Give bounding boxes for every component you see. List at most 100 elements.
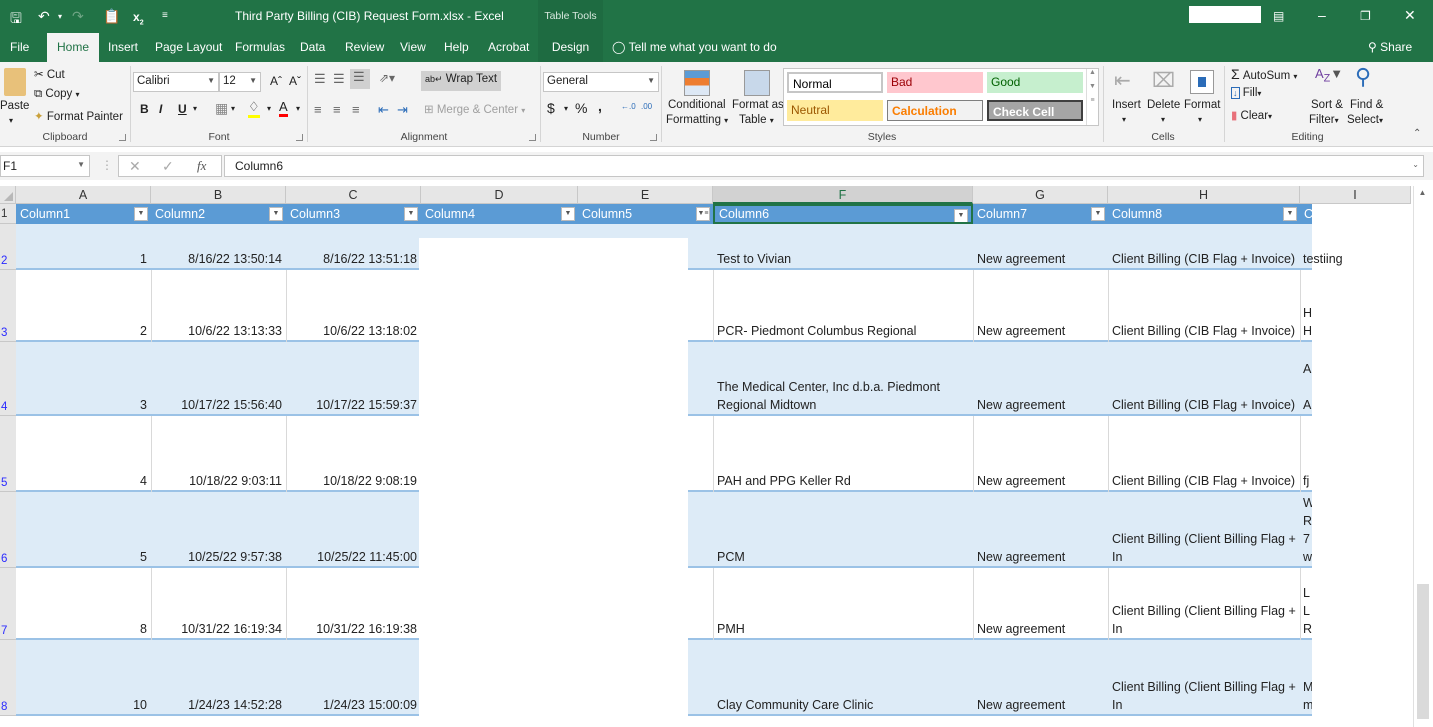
decrease-indent-icon[interactable]: ⇤ bbox=[378, 102, 389, 118]
column-header-f[interactable]: F bbox=[713, 186, 973, 204]
filter-dropdown-icon[interactable]: ▼ bbox=[134, 207, 148, 221]
table-cell[interactable]: Client Billing (Client Billing Flag + In bbox=[1108, 492, 1300, 568]
column-header-i[interactable]: I bbox=[1300, 186, 1411, 204]
filter-dropdown-icon[interactable]: ▼ bbox=[561, 207, 575, 221]
subscript-icon[interactable]: x2 bbox=[133, 10, 144, 26]
table-cell[interactable]: L L R bbox=[1300, 568, 1312, 640]
table-header-cell[interactable]: Column5 ▼≡ bbox=[578, 204, 713, 224]
bold-button[interactable]: B bbox=[140, 102, 149, 116]
fill-color-icon[interactable]: ♢ bbox=[248, 99, 260, 118]
table-cell[interactable]: 8/16/22 13:51:18 bbox=[286, 224, 421, 270]
table-cell[interactable]: fj bbox=[1300, 416, 1312, 492]
table-cell[interactable]: New agreement bbox=[973, 224, 1108, 270]
insert-function-icon[interactable]: fx bbox=[197, 158, 206, 174]
table-cell[interactable]: New agreement bbox=[973, 416, 1108, 492]
sort-filter-button-2[interactable]: Filter▾ bbox=[1309, 114, 1339, 126]
table-cell[interactable]: New agreement bbox=[973, 270, 1108, 342]
column-header-b[interactable]: B bbox=[151, 186, 286, 204]
table-cell[interactable]: W R 7 w bbox=[1300, 492, 1312, 568]
table-cell[interactable]: 4 bbox=[16, 416, 151, 492]
bottom-align-icon[interactable]: ☰ bbox=[350, 69, 370, 89]
tab-review[interactable]: Review bbox=[343, 33, 386, 62]
currency-button[interactable]: $ bbox=[547, 100, 555, 116]
undo-dropdown-icon[interactable]: ▾ bbox=[58, 12, 62, 21]
table-cell[interactable]: New agreement bbox=[973, 342, 1108, 416]
style-good[interactable]: Good bbox=[987, 72, 1083, 93]
merge-center-button[interactable]: ⊞ Merge & Center ▾ bbox=[424, 102, 525, 116]
font-name-select[interactable]: Calibri ▼ bbox=[133, 72, 219, 92]
style-check-cell[interactable]: Check Cell bbox=[987, 100, 1083, 121]
table-header-cell[interactable]: Column9 bbox=[1300, 204, 1411, 224]
close-icon[interactable]: ✕ bbox=[1404, 7, 1416, 24]
table-header-cell[interactable]: Column2 ▼ bbox=[151, 204, 286, 224]
drag-handle-icon[interactable]: ⋮ bbox=[101, 158, 113, 172]
paste-button[interactable]: Paste bbox=[0, 100, 29, 112]
name-box[interactable]: F1 ▼ bbox=[0, 155, 90, 177]
table-cell[interactable]: Client Billing (CIB Flag + Invoice) bbox=[1108, 270, 1300, 342]
table-cell[interactable]: 1/24/23 14:52:28 bbox=[151, 640, 286, 716]
row-header[interactable]: 8 bbox=[0, 640, 16, 716]
percent-button[interactable]: % bbox=[575, 100, 587, 116]
table-cell[interactable]: 10/18/22 9:03:11 bbox=[151, 416, 286, 492]
worksheet-grid[interactable]: ABCDEFGHI 1 Column1 ▼ Column2 ▼ Column3 ▼ Colum… bbox=[0, 186, 1433, 727]
font-size-select[interactable]: 12 ▼ bbox=[219, 72, 261, 92]
table-cell[interactable]: Client Billing (CIB Flag + Invoice) bbox=[1108, 224, 1300, 270]
table-cell[interactable]: PMH bbox=[713, 568, 973, 640]
align-center-icon[interactable]: ≡ bbox=[333, 102, 341, 117]
number-format-select[interactable]: General ▼ bbox=[543, 72, 659, 92]
number-launcher-icon[interactable] bbox=[650, 134, 657, 141]
filter-dropdown-icon[interactable]: ▼ bbox=[269, 207, 283, 221]
tab-view[interactable]: View bbox=[398, 33, 428, 62]
delete-cells-button[interactable]: Delete bbox=[1147, 99, 1180, 111]
column-header-a[interactable]: A bbox=[16, 186, 151, 204]
middle-align-icon[interactable]: ☰ bbox=[333, 71, 345, 87]
alignment-launcher-icon[interactable] bbox=[529, 134, 536, 141]
tab-help[interactable]: Help bbox=[442, 33, 471, 62]
style-normal[interactable]: Normal bbox=[787, 72, 883, 93]
table-cell[interactable]: New agreement bbox=[973, 640, 1108, 716]
sort-filter-button[interactable]: Sort & bbox=[1311, 99, 1343, 111]
table-cell[interactable]: H H bbox=[1300, 270, 1312, 342]
table-header-cell[interactable]: Column4 ▼ bbox=[421, 204, 578, 224]
font-color-dropdown-icon[interactable]: ▾ bbox=[296, 104, 300, 113]
copy-button[interactable]: ⧉ Copy ▾ bbox=[34, 88, 80, 101]
column-header-e[interactable]: E bbox=[578, 186, 713, 204]
select-all-button[interactable] bbox=[0, 186, 16, 204]
table-cell[interactable]: 10/31/22 16:19:34 bbox=[151, 568, 286, 640]
format-as-table-button-2[interactable]: Table ▾ bbox=[739, 114, 774, 126]
scroll-thumb[interactable] bbox=[1417, 584, 1429, 719]
font-color-icon[interactable]: A bbox=[279, 99, 288, 117]
table-cell[interactable]: 1/24/23 15:00:09 bbox=[286, 640, 421, 716]
table-cell[interactable]: Clay Community Care Clinic bbox=[713, 640, 973, 716]
table-cell[interactable]: 10/25/22 11:45:00 bbox=[286, 492, 421, 568]
undo-icon[interactable]: ↶ bbox=[38, 8, 50, 25]
align-right-icon[interactable]: ≡ bbox=[352, 102, 360, 117]
decrease-decimal-icon[interactable]: .00 bbox=[641, 102, 652, 111]
table-cell[interactable]: PCR- Piedmont Columbus Regional bbox=[713, 270, 973, 342]
tab-design[interactable]: Design bbox=[538, 33, 603, 62]
restore-icon[interactable]: ❐ bbox=[1360, 9, 1371, 23]
table-cell[interactable]: 10/25/22 9:57:38 bbox=[151, 492, 286, 568]
tab-formulas[interactable]: Formulas bbox=[233, 33, 287, 62]
style-neutral[interactable]: Neutral bbox=[787, 100, 883, 121]
table-header-cell[interactable]: Column6 ▼ bbox=[713, 204, 973, 224]
table-cell[interactable]: Client Billing (CIB Flag + Invoice) bbox=[1108, 342, 1300, 416]
row-header[interactable]: 6 bbox=[0, 492, 16, 568]
table-cell[interactable]: 10/6/22 13:18:02 bbox=[286, 270, 421, 342]
table-cell[interactable]: 8 bbox=[16, 568, 151, 640]
column-header-g[interactable]: G bbox=[973, 186, 1108, 204]
tab-data[interactable]: Data bbox=[298, 33, 327, 62]
top-align-icon[interactable]: ☰ bbox=[314, 71, 326, 87]
minimize-icon[interactable]: – bbox=[1318, 7, 1326, 23]
table-cell[interactable]: 10/18/22 9:08:19 bbox=[286, 416, 421, 492]
style-bad[interactable]: Bad bbox=[887, 72, 983, 93]
insert-dropdown-icon[interactable]: ▾ bbox=[1122, 115, 1126, 124]
tab-home[interactable]: Home bbox=[47, 33, 100, 62]
autosum-button[interactable]: Σ AutoSum ▾ bbox=[1231, 66, 1297, 82]
increase-decimal-icon[interactable]: ←.0 bbox=[621, 102, 636, 111]
account-box[interactable] bbox=[1189, 6, 1261, 23]
tab-file[interactable]: File bbox=[8, 33, 31, 62]
table-cell[interactable]: The Medical Center, Inc d.b.a. Piedmont … bbox=[713, 342, 973, 416]
find-select-button-2[interactable]: Select▾ bbox=[1347, 114, 1383, 126]
paste-dropdown-icon[interactable]: ▾ bbox=[9, 116, 13, 125]
